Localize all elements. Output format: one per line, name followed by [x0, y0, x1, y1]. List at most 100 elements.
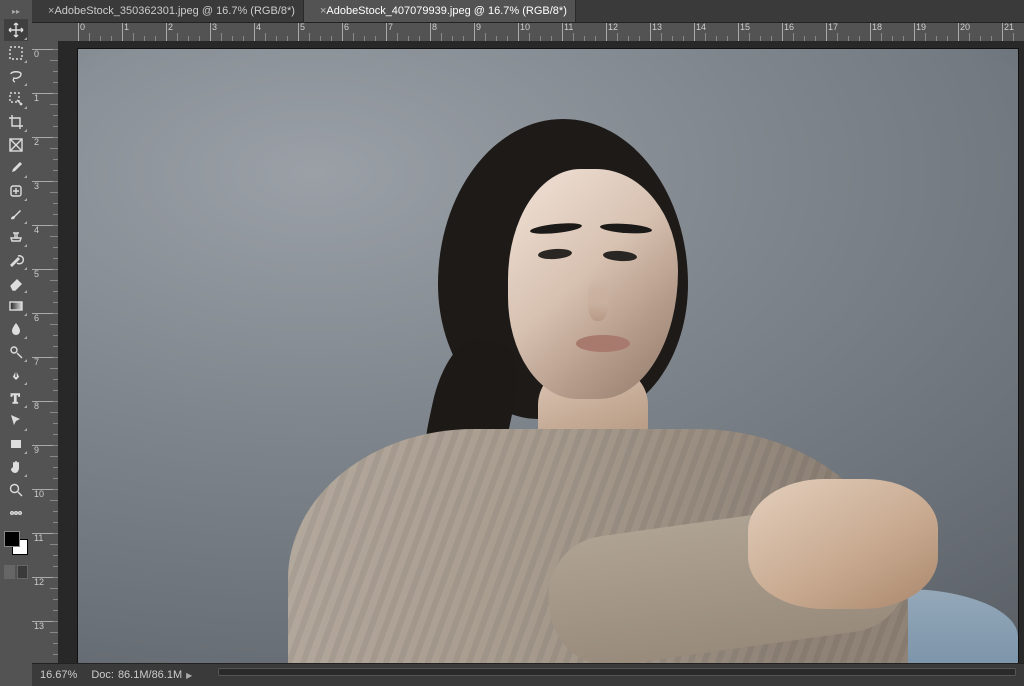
eyedropper-tool[interactable] [4, 157, 28, 179]
document-area: ×AdobeStock_350362301.jpeg @ 16.7% (RGB/… [32, 0, 1024, 686]
ruler-h-segment: 9 [474, 23, 518, 41]
edit-toolbar[interactable] [4, 502, 28, 524]
zoom-tool[interactable] [4, 479, 28, 501]
ruler-h-number: 3 [210, 23, 254, 32]
color-swatches[interactable] [4, 531, 28, 555]
dodge-tool[interactable] [4, 341, 28, 363]
lasso-tool[interactable] [4, 65, 28, 87]
ruler-h-segment: 16 [782, 23, 826, 41]
ruler-v-number: 10 [34, 489, 44, 499]
ruler-h-segment: 4 [254, 23, 298, 41]
ruler-h-segment: 19 [914, 23, 958, 41]
ruler-h-segment: 17 [826, 23, 870, 41]
ruler-v-number: 8 [34, 401, 39, 411]
ruler-vertical[interactable]: 012345678910111213 [32, 41, 59, 663]
rectangle-tool[interactable] [4, 433, 28, 455]
tab-label: AdobeStock_350362301.jpeg @ 16.7% (RGB/8… [54, 5, 295, 17]
brush-tool[interactable] [4, 203, 28, 225]
workspace: 012345678910111213141516171819202122 012… [32, 23, 1024, 663]
ruler-v-number: 1 [34, 93, 39, 103]
document-canvas[interactable] [78, 49, 1018, 663]
frame-tool[interactable] [4, 134, 28, 156]
type-tool[interactable]: T [4, 387, 28, 409]
image-vignette [78, 49, 1018, 663]
foreground-color-swatch[interactable] [4, 531, 20, 547]
ruler-v-number: 3 [34, 181, 39, 191]
ruler-v-number: 9 [34, 445, 39, 455]
ruler-h-segment: 5 [298, 23, 342, 41]
pen-tool[interactable] [4, 364, 28, 386]
ruler-h-number: 7 [386, 23, 430, 32]
document-tab[interactable]: ×AdobeStock_407079939.jpeg @ 16.7% (RGB/… [304, 0, 576, 22]
ruler-h-number: 18 [870, 23, 914, 32]
ruler-h-number: 16 [782, 23, 826, 32]
chevron-right-icon: ▶ [186, 671, 192, 680]
ruler-h-number: 9 [474, 23, 518, 32]
application-frame: ▸▸ T ×AdobeStock_350362301.jpeg @ 16.7% … [0, 0, 1024, 686]
doc-label: Doc: [91, 669, 114, 681]
ruler-h-number: 12 [606, 23, 650, 32]
ruler-h-number: 21 [1002, 23, 1024, 32]
ruler-v-segment: 11 [32, 533, 58, 577]
ruler-v-number: 4 [34, 225, 39, 235]
ruler-v-number: 6 [34, 313, 39, 323]
toolbox: ▸▸ T [0, 0, 32, 686]
crop-tool[interactable] [4, 111, 28, 133]
canvas-viewport[interactable] [58, 41, 1024, 663]
ruler-v-segment: 13 [32, 621, 58, 665]
move-tool[interactable] [4, 19, 28, 41]
ruler-v-segment: 10 [32, 489, 58, 533]
clone-stamp-tool[interactable] [4, 226, 28, 248]
ruler-h-number: 14 [694, 23, 738, 32]
ruler-h-segment: 15 [738, 23, 782, 41]
ruler-h-number: 19 [914, 23, 958, 32]
eraser-tool[interactable] [4, 272, 28, 294]
ruler-horizontal[interactable]: 012345678910111213141516171819202122 [58, 23, 1024, 42]
path-selection-tool[interactable] [4, 410, 28, 432]
ruler-h-number: 15 [738, 23, 782, 32]
zoom-level-field[interactable]: 16.67% [40, 669, 77, 681]
ruler-h-segment: 14 [694, 23, 738, 41]
ruler-h-segment: 21 [1002, 23, 1024, 41]
ruler-h-number: 20 [958, 23, 1002, 32]
ruler-h-segment: 12 [606, 23, 650, 41]
ruler-h-segment: 8 [430, 23, 474, 41]
doc-size-field[interactable]: Doc: 86.1M/86.1M ▶ [91, 669, 192, 681]
blur-tool[interactable] [4, 318, 28, 340]
gradient-tool[interactable] [4, 295, 28, 317]
ruler-h-segment: 13 [650, 23, 694, 41]
history-brush-tool[interactable] [4, 249, 28, 271]
document-tab-bar: ×AdobeStock_350362301.jpeg @ 16.7% (RGB/… [32, 0, 1024, 23]
ruler-v-segment: 8 [32, 401, 58, 445]
ruler-origin[interactable] [32, 23, 59, 42]
ruler-v-number: 11 [34, 533, 43, 543]
ruler-h-number: 6 [342, 23, 386, 32]
document-tab[interactable]: ×AdobeStock_350362301.jpeg @ 16.7% (RGB/… [32, 0, 304, 22]
ruler-h-segment: 2 [166, 23, 210, 41]
ruler-v-segment: 1 [32, 93, 58, 137]
healing-brush-tool[interactable] [4, 180, 28, 202]
ruler-v-number: 5 [34, 269, 39, 279]
ruler-v-segment: 7 [32, 357, 58, 401]
screen-mode-switch[interactable] [4, 565, 28, 579]
ruler-v-segment: 9 [32, 445, 58, 489]
marquee-tool[interactable] [4, 42, 28, 64]
ruler-v-number: 7 [34, 357, 39, 367]
ruler-h-number: 17 [826, 23, 870, 32]
ruler-h-number: 13 [650, 23, 694, 32]
ruler-v-segment: 4 [32, 225, 58, 269]
status-timeline[interactable] [218, 668, 1016, 682]
ruler-h-number: 4 [254, 23, 298, 32]
ruler-h-segment: 0 [78, 23, 122, 41]
ruler-h-segment: 7 [386, 23, 430, 41]
ruler-v-number: 2 [34, 137, 39, 147]
toolbox-expand-toggle[interactable]: ▸▸ [0, 4, 32, 18]
hand-tool[interactable] [4, 456, 28, 478]
object-selection-tool[interactable] [4, 88, 28, 110]
ruler-v-segment: 3 [32, 181, 58, 225]
ruler-h-number: 2 [166, 23, 210, 32]
ruler-v-segment: 0 [32, 49, 58, 93]
ruler-h-number: 11 [562, 23, 606, 32]
tab-label: AdobeStock_407079939.jpeg @ 16.7% (RGB/8… [326, 5, 567, 17]
ruler-h-segment: 11 [562, 23, 606, 41]
